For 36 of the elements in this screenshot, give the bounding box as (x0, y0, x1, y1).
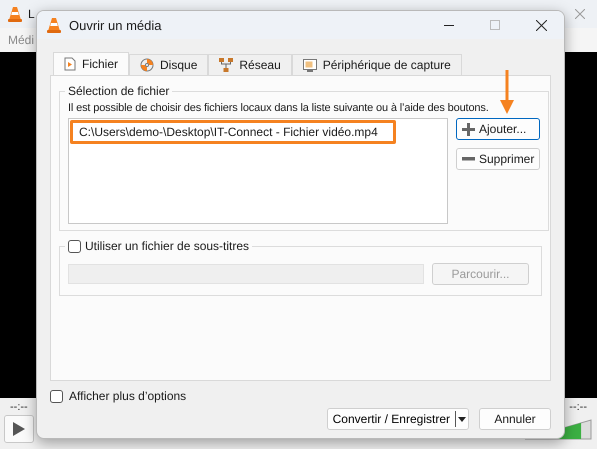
file-list[interactable]: C:\Users\demo-\Desktop\IT-Connect - Fichier vidéo.mp4 (68, 118, 448, 224)
checkbox[interactable] (50, 390, 63, 402)
file-icon (64, 57, 76, 71)
minimize-icon (444, 24, 454, 26)
total-time: --:-- (569, 401, 587, 413)
checkbox-label: Afficher plus d’options (69, 389, 186, 403)
tab[interactable]: Fichier (53, 52, 130, 75)
traffic-cone-icon (47, 17, 61, 33)
disc-icon (140, 58, 154, 72)
convert-button[interactable]: Convertir / Enregistrer (326, 408, 469, 430)
play-button[interactable] (4, 415, 34, 443)
play-icon (13, 422, 25, 436)
tab[interactable]: Réseau (208, 54, 292, 75)
close-icon (536, 20, 546, 30)
tab[interactable]: Disque (129, 54, 208, 75)
tab[interactable]: Périphérique de capture (292, 54, 462, 75)
group-title: Sélection de fichier (68, 84, 170, 98)
dialog-title: Ouvrir un média (69, 18, 162, 32)
subtitle-file-field[interactable] (68, 264, 424, 284)
description-text: Il est possible de choisir des fichiers locaux dans la liste suivante ou à l’aide des boutons. (68, 102, 490, 114)
plus-icon (462, 122, 475, 136)
elapsed-time: --:-- (10, 401, 28, 413)
capture-device-icon (302, 58, 317, 72)
minus-icon (462, 157, 475, 161)
traffic-cone-icon (8, 6, 22, 22)
cancel-button[interactable]: Annuler (479, 408, 551, 430)
checkbox[interactable] (68, 240, 81, 252)
window-title: L (28, 7, 35, 21)
network-icon (219, 58, 234, 72)
add-button[interactable]: Ajouter... (456, 118, 540, 140)
caret-icon (458, 416, 466, 422)
close-icon[interactable] (575, 9, 585, 19)
checkbox-label: Utiliser un fichier de sous-titres (85, 239, 250, 253)
file-item[interactable]: C:\Users\demo-\Desktop\IT-Connect - Fichier vidéo.mp4 (70, 120, 396, 144)
remove-button[interactable]: Supprimer (456, 148, 540, 170)
maximize-icon (490, 20, 500, 30)
